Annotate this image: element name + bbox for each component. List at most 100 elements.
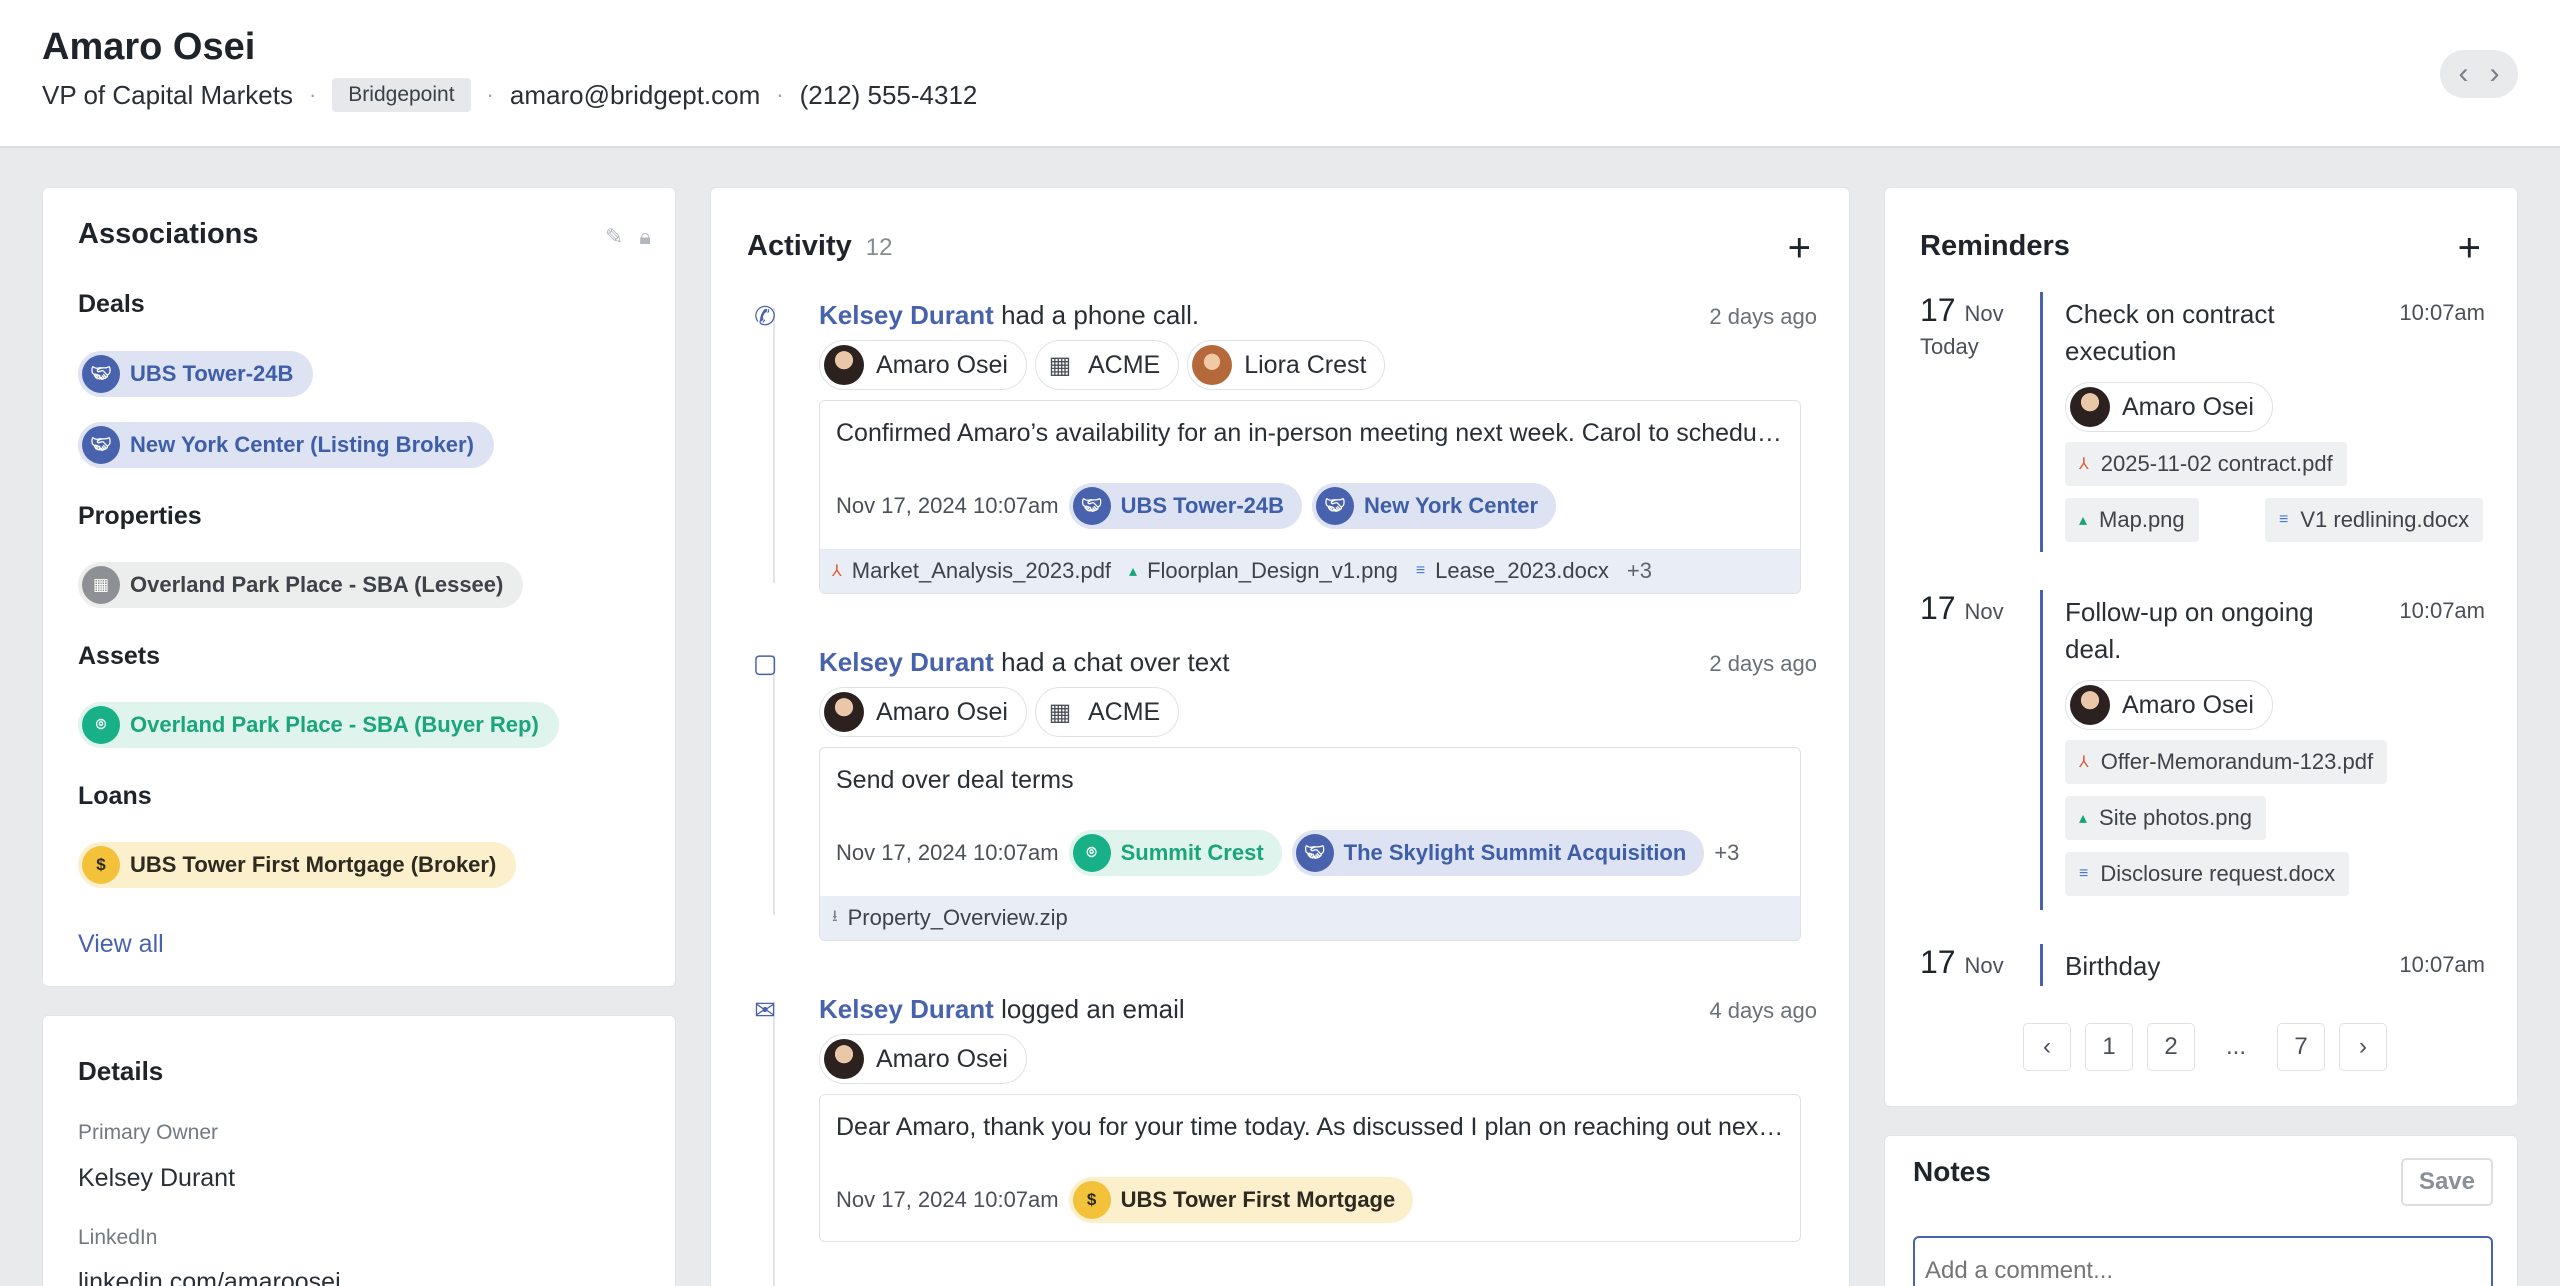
- notes-title: Notes: [1913, 1156, 1991, 1188]
- envelope-icon: ✉: [747, 992, 783, 1028]
- reminder-item[interactable]: 17 Nov Birthday 10:07am: [1920, 944, 2485, 986]
- image-icon: ▴: [2079, 510, 2087, 530]
- company-tag[interactable]: Bridgepoint: [332, 78, 470, 112]
- participant-chip[interactable]: ▦ACME: [1035, 340, 1179, 390]
- activity-count: 12: [866, 234, 893, 262]
- reminder-title: Follow-up on ongoing deal.: [2065, 594, 2365, 668]
- comment-input[interactable]: [1913, 1236, 2493, 1286]
- activity-date: Nov 17, 2024 10:07am: [836, 493, 1059, 519]
- handshake-icon: 🤝︎: [82, 426, 120, 464]
- associations-tools: ✎ 🔒︎: [605, 224, 651, 250]
- activity-note: Confirmed Amaro’s availability for an in…: [836, 419, 1784, 448]
- attachment[interactable]: ⅄2025-11-02 contract.pdf: [2065, 442, 2347, 486]
- attachment[interactable]: ⭳Property_Overview.zip: [832, 905, 1068, 932]
- participant-chip[interactable]: Amaro Osei: [819, 687, 1027, 737]
- asset-chip[interactable]: ⌾Overland Park Place - SBA (Buyer Rep): [78, 702, 559, 748]
- page-button[interactable]: 2: [2147, 1023, 2195, 1071]
- attachment[interactable]: ▴Site photos.png: [2065, 796, 2266, 840]
- attachment[interactable]: ≡V1 redlining.docx: [2265, 498, 2483, 542]
- participant-chip[interactable]: Amaro Osei: [819, 1034, 1027, 1084]
- loan-chip[interactable]: $UBS Tower First Mortgage: [1069, 1177, 1414, 1223]
- avatar: [824, 345, 864, 385]
- page-button[interactable]: 7: [2277, 1023, 2325, 1071]
- pencil-icon[interactable]: ✎: [605, 224, 623, 250]
- associations-card: Associations ✎ 🔒︎ Deals 🤝︎UBS Tower-24B …: [42, 187, 676, 987]
- linkedin-value[interactable]: linkedin.com/amaroosei: [78, 1268, 341, 1286]
- contact-header: Amaro Osei VP of Capital Markets · Bridg…: [0, 0, 2560, 148]
- building-icon: ▦: [1040, 345, 1080, 385]
- attachment[interactable]: ▴Map.png: [2065, 498, 2199, 542]
- reminder-item[interactable]: 17 Nov Today Check on contract execution…: [1920, 292, 2485, 552]
- building-icon: ▦: [82, 566, 120, 604]
- save-note-button[interactable]: Save: [2401, 1158, 2493, 1206]
- activity-note: Dear Amaro, thank you for your time toda…: [836, 1113, 1784, 1142]
- activity-header: Activity 12: [747, 230, 892, 263]
- next-page-button[interactable]: ›: [2339, 1023, 2387, 1071]
- activity-content[interactable]: Send over deal terms Nov 17, 2024 10:07a…: [819, 747, 1801, 941]
- activity-meta: Nov 17, 2024 10:07am $UBS Tower First Mo…: [836, 1177, 1413, 1223]
- record-nav: ‹ ›: [2440, 50, 2518, 98]
- owner-label: Primary Owner: [78, 1121, 218, 1145]
- deal-chip[interactable]: 🤝︎The Skylight Summit Acquisition: [1292, 830, 1705, 876]
- money-hand-icon: $: [82, 846, 120, 884]
- properties-heading: Properties: [78, 502, 202, 531]
- separator: ·: [309, 82, 316, 108]
- pdf-icon: ⅄: [832, 561, 842, 581]
- linkedin-label: LinkedIn: [78, 1226, 157, 1250]
- attachment[interactable]: ≡Disclosure request.docx: [2065, 852, 2349, 896]
- avatar: [1192, 345, 1232, 385]
- asset-chip[interactable]: ⌾Summit Crest: [1069, 830, 1282, 876]
- contact-email[interactable]: amaro@bridgept.com: [510, 80, 760, 111]
- deal-chip[interactable]: 🤝︎New York Center (Listing Broker): [78, 422, 494, 468]
- reminders-title: Reminders: [1920, 230, 2070, 263]
- attachment[interactable]: ⅄Offer-Memorandum-123.pdf: [2065, 740, 2387, 784]
- reminder-date: 17 Nov: [1920, 292, 2004, 329]
- prev-page-button[interactable]: ‹: [2023, 1023, 2071, 1071]
- participant-chip[interactable]: Liora Crest: [1187, 340, 1385, 390]
- page-ellipsis: ...: [2209, 1023, 2263, 1071]
- reminder-person-chip[interactable]: Amaro Osei: [2065, 680, 2273, 730]
- activity-author[interactable]: Kelsey Durant: [819, 647, 994, 677]
- assets-heading: Assets: [78, 642, 160, 671]
- deals-heading: Deals: [78, 290, 145, 319]
- chevron-right-icon[interactable]: ›: [2490, 59, 2500, 89]
- activity-content[interactable]: Dear Amaro, thank you for your time toda…: [819, 1094, 1801, 1242]
- reminder-time: 10:07am: [2399, 952, 2485, 978]
- attachment[interactable]: ≡Lease_2023.docx: [1416, 558, 1609, 584]
- contact-name: Amaro Osei: [42, 26, 255, 69]
- participant-chip[interactable]: Amaro Osei: [819, 340, 1027, 390]
- add-activity-button[interactable]: +: [1788, 228, 1811, 268]
- activity-author[interactable]: Kelsey Durant: [819, 994, 994, 1024]
- avatar: [2070, 387, 2110, 427]
- attachment[interactable]: ▴Floorplan_Design_v1.png: [1129, 558, 1398, 584]
- document-icon: ≡: [1416, 562, 1425, 580]
- deal-chip[interactable]: 🤝︎New York Center: [1312, 483, 1556, 529]
- loan-chip[interactable]: $UBS Tower First Mortgage (Broker): [78, 842, 516, 888]
- activity-summary: Kelsey Durant had a phone call.: [819, 300, 1199, 331]
- activity-author[interactable]: Kelsey Durant: [819, 300, 994, 330]
- reminder-time: 10:07am: [2399, 300, 2485, 326]
- chevron-left-icon[interactable]: ‹: [2459, 59, 2469, 89]
- more-chips[interactable]: +3: [1714, 840, 1739, 866]
- notes-card: Notes Save: [1884, 1135, 2518, 1286]
- add-reminder-button[interactable]: +: [2458, 228, 2481, 268]
- property-chip[interactable]: ▦Overland Park Place - SBA (Lessee): [78, 562, 523, 608]
- view-all-link[interactable]: View all: [78, 930, 164, 959]
- contact-phone[interactable]: (212) 555-4312: [800, 80, 978, 111]
- activity-note: Send over deal terms: [836, 766, 1784, 795]
- activity-content[interactable]: Confirmed Amaro’s availability for an in…: [819, 400, 1801, 594]
- document-icon: ≡: [2279, 511, 2288, 529]
- reminder-item[interactable]: 17 Nov Follow-up on ongoing deal. 10:07a…: [1920, 590, 2485, 850]
- more-attachments[interactable]: +3: [1627, 558, 1652, 584]
- reminder-person-chip[interactable]: Amaro Osei: [2065, 382, 2273, 432]
- attachment[interactable]: ⅄Market_Analysis_2023.pdf: [832, 558, 1111, 584]
- deal-chip[interactable]: 🤝︎UBS Tower-24B: [1069, 483, 1302, 529]
- pdf-icon: ⅄: [2079, 752, 2089, 772]
- deal-chip[interactable]: 🤝︎UBS Tower-24B: [78, 351, 313, 397]
- lock-icon[interactable]: 🔒︎: [639, 224, 651, 250]
- reminders-card: Reminders + 17 Nov Today Check on contra…: [1884, 187, 2518, 1107]
- page-button[interactable]: 1: [2085, 1023, 2133, 1071]
- participant-chip[interactable]: ▦ACME: [1035, 687, 1179, 737]
- activity-participants: Amaro Osei ▦ACME: [819, 687, 1179, 737]
- associations-title: Associations: [78, 218, 259, 251]
